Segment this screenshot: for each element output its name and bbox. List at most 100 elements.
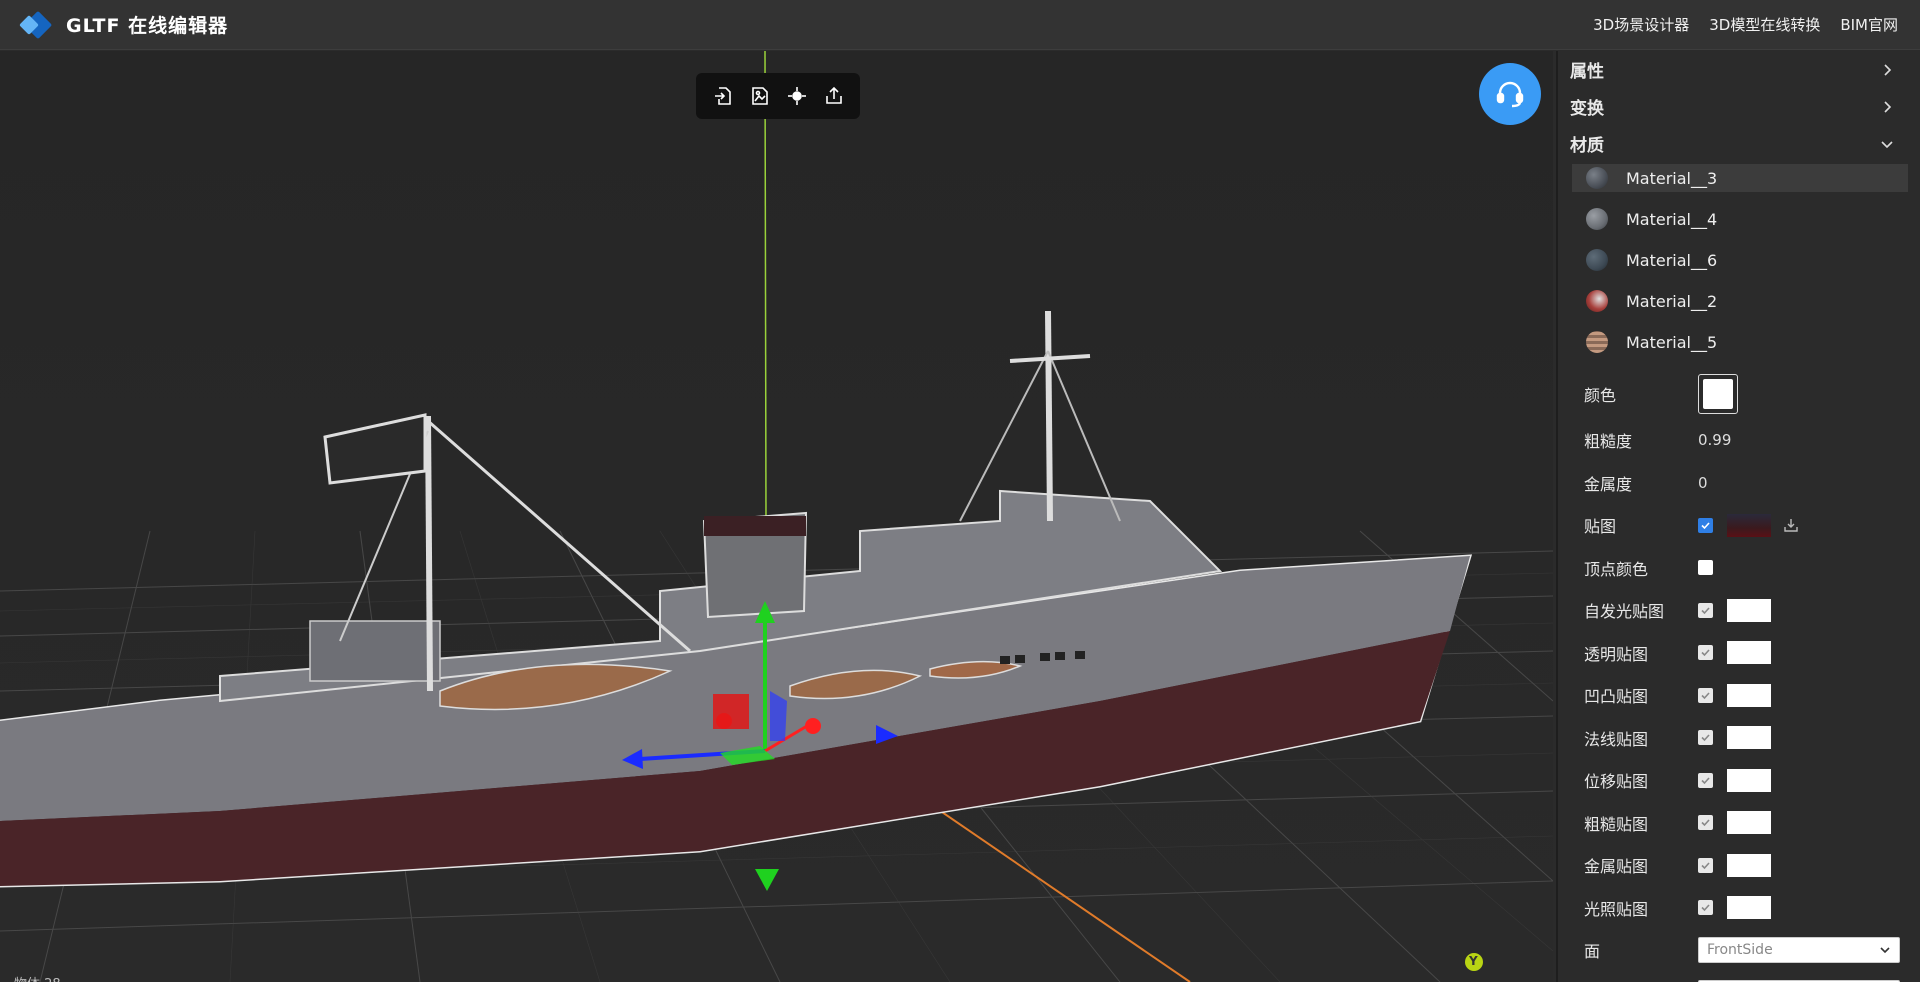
nav-link-bim-site[interactable]: BIM官网 bbox=[1840, 14, 1898, 35]
roughness-map-checkbox[interactable] bbox=[1698, 815, 1713, 831]
material-item[interactable]: Material__4 bbox=[1572, 205, 1908, 233]
material-preview-sphere bbox=[1586, 249, 1608, 271]
alpha-map-checkbox[interactable] bbox=[1698, 645, 1713, 661]
material-preview-sphere bbox=[1586, 208, 1608, 230]
bump-map-checkbox[interactable] bbox=[1698, 687, 1713, 703]
prop-label: 凹凸贴图 bbox=[1584, 687, 1649, 707]
normal-map-slot[interactable] bbox=[1727, 726, 1771, 750]
prop-displacement-map: 位移贴图 bbox=[1558, 759, 1920, 802]
prop-label: 金属度 bbox=[1584, 474, 1633, 494]
prop-label: 粗糙贴图 bbox=[1584, 814, 1649, 834]
y-axis-line bbox=[764, 51, 767, 522]
viewport-toolbar bbox=[696, 73, 860, 119]
prop-next-row bbox=[1558, 972, 1920, 982]
prop-label: 透明贴图 bbox=[1584, 644, 1649, 664]
side-select[interactable]: FrontSide bbox=[1698, 937, 1900, 964]
roughness-value[interactable]: 0.99 bbox=[1698, 431, 1731, 449]
prop-metalness: 金属度 0 bbox=[1558, 462, 1920, 505]
map-checkbox[interactable] bbox=[1698, 517, 1713, 533]
prop-label: 面 bbox=[1584, 942, 1601, 962]
metalness-value[interactable]: 0 bbox=[1698, 474, 1708, 492]
vertex-colors-checkbox[interactable] bbox=[1698, 560, 1713, 576]
import-button[interactable] bbox=[709, 82, 737, 110]
center-focus-button[interactable] bbox=[783, 82, 811, 110]
material-name: Material__2 bbox=[1626, 291, 1718, 311]
metalness-map-checkbox[interactable] bbox=[1698, 857, 1713, 873]
import-icon bbox=[714, 87, 731, 105]
share-upload-icon bbox=[825, 86, 842, 104]
3d-viewport[interactable]: Y 物体 28 bbox=[0, 51, 1553, 982]
check-icon bbox=[1701, 819, 1710, 827]
headset-icon bbox=[1496, 81, 1524, 108]
check-icon bbox=[1701, 734, 1710, 742]
prop-vertex-colors: 顶点颜色 bbox=[1558, 547, 1920, 590]
prop-label: 粗糙度 bbox=[1584, 432, 1633, 452]
section-transform[interactable]: 变换 bbox=[1558, 88, 1920, 125]
scene-canvas[interactable] bbox=[0, 51, 1553, 982]
prop-label: 颜色 bbox=[1584, 386, 1617, 405]
prop-metalness-map: 金属贴图 bbox=[1558, 844, 1920, 887]
prop-normal-map: 法线贴图 bbox=[1558, 717, 1920, 760]
export-image-button[interactable] bbox=[746, 82, 774, 110]
emissive-map-slot[interactable] bbox=[1727, 598, 1771, 622]
material-preview-sphere bbox=[1586, 167, 1608, 189]
bump-map-slot[interactable] bbox=[1727, 683, 1771, 707]
download-icon[interactable] bbox=[1783, 517, 1799, 533]
check-icon bbox=[1701, 692, 1710, 699]
prop-label: 自发光贴图 bbox=[1584, 602, 1665, 622]
prop-alpha-map: 透明贴图 bbox=[1558, 632, 1920, 675]
prop-label: 光照贴图 bbox=[1584, 899, 1649, 919]
material-item[interactable]: Material__2 bbox=[1572, 287, 1908, 315]
emissive-map-checkbox[interactable] bbox=[1698, 602, 1713, 618]
chevron-down-icon bbox=[1880, 947, 1890, 954]
material-item[interactable]: Material__3 bbox=[1572, 164, 1908, 192]
prop-roughness: 粗糙度 0.99 bbox=[1558, 419, 1920, 462]
displacement-map-checkbox[interactable] bbox=[1698, 772, 1713, 788]
customer-support-button[interactable] bbox=[1479, 63, 1541, 125]
material-preview-sphere bbox=[1586, 290, 1608, 312]
section-material[interactable]: 材质 bbox=[1558, 125, 1920, 162]
material-item[interactable]: Material__6 bbox=[1572, 246, 1908, 274]
prop-side: 面 FrontSide bbox=[1558, 929, 1920, 972]
section-attributes-label: 属性 bbox=[1570, 62, 1604, 82]
share-button[interactable] bbox=[820, 82, 848, 110]
material-item[interactable]: Material__5 bbox=[1572, 328, 1908, 356]
properties-panel: 属性 变换 材质 Material__3 Material__4 Materia… bbox=[1556, 51, 1920, 982]
prop-map: 贴图 bbox=[1558, 504, 1920, 547]
material-list: Material__3 Material__4 Material__6 Mate… bbox=[1558, 164, 1920, 356]
prop-label: 贴图 bbox=[1584, 517, 1617, 537]
displacement-map-slot[interactable] bbox=[1727, 768, 1771, 792]
section-attributes[interactable]: 属性 bbox=[1558, 51, 1920, 88]
top-bar: GLTF 在线编辑器 3D场景设计器 3D模型在线转换 BIM官网 bbox=[0, 0, 1920, 50]
check-icon bbox=[1701, 904, 1710, 912]
roughness-map-slot[interactable] bbox=[1727, 811, 1771, 835]
app-logo[interactable]: GLTF 在线编辑器 bbox=[19, 9, 228, 41]
top-nav: 3D场景设计器 3D模型在线转换 BIM官网 bbox=[1593, 14, 1898, 35]
prop-bump-map: 凹凸贴图 bbox=[1558, 674, 1920, 717]
prop-label: 位移贴图 bbox=[1584, 772, 1649, 792]
section-transform-label: 变换 bbox=[1570, 99, 1604, 119]
check-icon bbox=[1701, 649, 1710, 657]
material-preview-sphere bbox=[1586, 331, 1608, 353]
nav-link-model-converter[interactable]: 3D模型在线转换 bbox=[1709, 14, 1820, 35]
image-export-icon bbox=[751, 87, 768, 105]
prop-emissive-map: 自发光贴图 bbox=[1558, 589, 1920, 632]
light-map-checkbox[interactable] bbox=[1698, 900, 1713, 916]
logo-diamond-icon bbox=[19, 9, 53, 41]
material-name: Material__6 bbox=[1626, 250, 1718, 270]
normal-map-checkbox[interactable] bbox=[1698, 730, 1713, 746]
alpha-map-slot[interactable] bbox=[1727, 641, 1771, 665]
prop-roughness-map: 粗糙贴图 bbox=[1558, 802, 1920, 845]
material-name: Material__5 bbox=[1626, 332, 1718, 352]
prop-label: 金属贴图 bbox=[1584, 857, 1649, 877]
prop-label: 顶点颜色 bbox=[1584, 559, 1649, 579]
check-icon bbox=[1701, 777, 1710, 784]
nav-link-scene-designer[interactable]: 3D场景设计器 bbox=[1593, 14, 1689, 35]
prop-light-map: 光照贴图 bbox=[1558, 887, 1920, 930]
crosshair-icon bbox=[787, 87, 806, 105]
map-texture-thumbnail[interactable] bbox=[1727, 513, 1771, 537]
color-picker[interactable] bbox=[1698, 374, 1738, 414]
material-name: Material__3 bbox=[1626, 168, 1718, 188]
metalness-map-slot[interactable] bbox=[1727, 853, 1771, 877]
light-map-slot[interactable] bbox=[1727, 896, 1771, 920]
